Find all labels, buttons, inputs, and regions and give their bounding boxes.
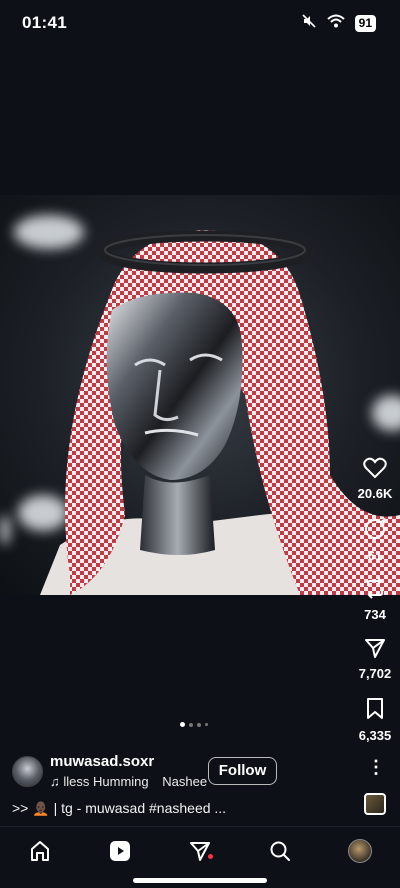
home-indicator bbox=[133, 878, 267, 883]
share-count: 7,702 bbox=[358, 666, 392, 681]
username[interactable]: muwasad.soxr bbox=[50, 753, 154, 770]
audio-title-part: Nashee bbox=[162, 774, 208, 789]
repost-count: 734 bbox=[364, 607, 386, 622]
avatar[interactable] bbox=[12, 756, 43, 787]
reels-icon[interactable] bbox=[107, 838, 133, 864]
direct-icon[interactable] bbox=[187, 838, 213, 864]
status-bar: 01:41 91 bbox=[0, 0, 400, 46]
post-caption[interactable]: >> 🧑🏿‍🦲 | tg - muwasad #nasheed ... bbox=[12, 800, 226, 817]
carousel-indicator bbox=[180, 722, 208, 727]
heart-icon[interactable] bbox=[363, 457, 387, 479]
carousel-dot bbox=[205, 723, 208, 726]
like-action[interactable]: 20.6K bbox=[337, 457, 400, 501]
home-icon[interactable] bbox=[27, 838, 53, 864]
notification-dot bbox=[208, 854, 213, 859]
repost-icon[interactable] bbox=[363, 576, 387, 600]
bookmark-icon[interactable] bbox=[365, 697, 385, 721]
save-action[interactable]: 6,335 bbox=[337, 697, 400, 743]
follow-button[interactable]: Follow bbox=[208, 757, 277, 785]
comment-icon[interactable] bbox=[363, 517, 387, 541]
comment-action[interactable]: 61 bbox=[337, 517, 400, 563]
profile-icon[interactable] bbox=[347, 838, 373, 864]
like-count: 20.6K bbox=[357, 486, 393, 501]
carousel-dot-active bbox=[180, 722, 185, 727]
search-icon[interactable] bbox=[267, 838, 293, 864]
comment-count: 61 bbox=[367, 548, 383, 563]
bottom-nav bbox=[0, 826, 400, 888]
audio-title-part: lless Humming bbox=[63, 774, 149, 789]
avatar[interactable] bbox=[348, 839, 372, 863]
more-options-icon[interactable]: ⋮ bbox=[367, 757, 385, 779]
music-note-icon: ♫ bbox=[50, 774, 60, 789]
repost-action[interactable]: 734 bbox=[337, 576, 400, 622]
audio-track[interactable]: ♫ lless Humming Nashee bbox=[50, 774, 207, 789]
status-time: 01:41 bbox=[22, 13, 67, 32]
carousel-dot bbox=[189, 722, 193, 727]
carousel-dot bbox=[197, 722, 201, 727]
wifi-icon bbox=[326, 14, 345, 33]
mute-icon bbox=[301, 13, 317, 34]
battery-icon: 91 bbox=[354, 15, 376, 32]
save-count: 6,335 bbox=[358, 728, 392, 743]
audio-thumbnail[interactable] bbox=[364, 793, 386, 815]
share-action[interactable]: 7,702 bbox=[337, 637, 400, 681]
send-icon[interactable] bbox=[364, 637, 386, 659]
status-icons: 91 bbox=[301, 13, 376, 34]
